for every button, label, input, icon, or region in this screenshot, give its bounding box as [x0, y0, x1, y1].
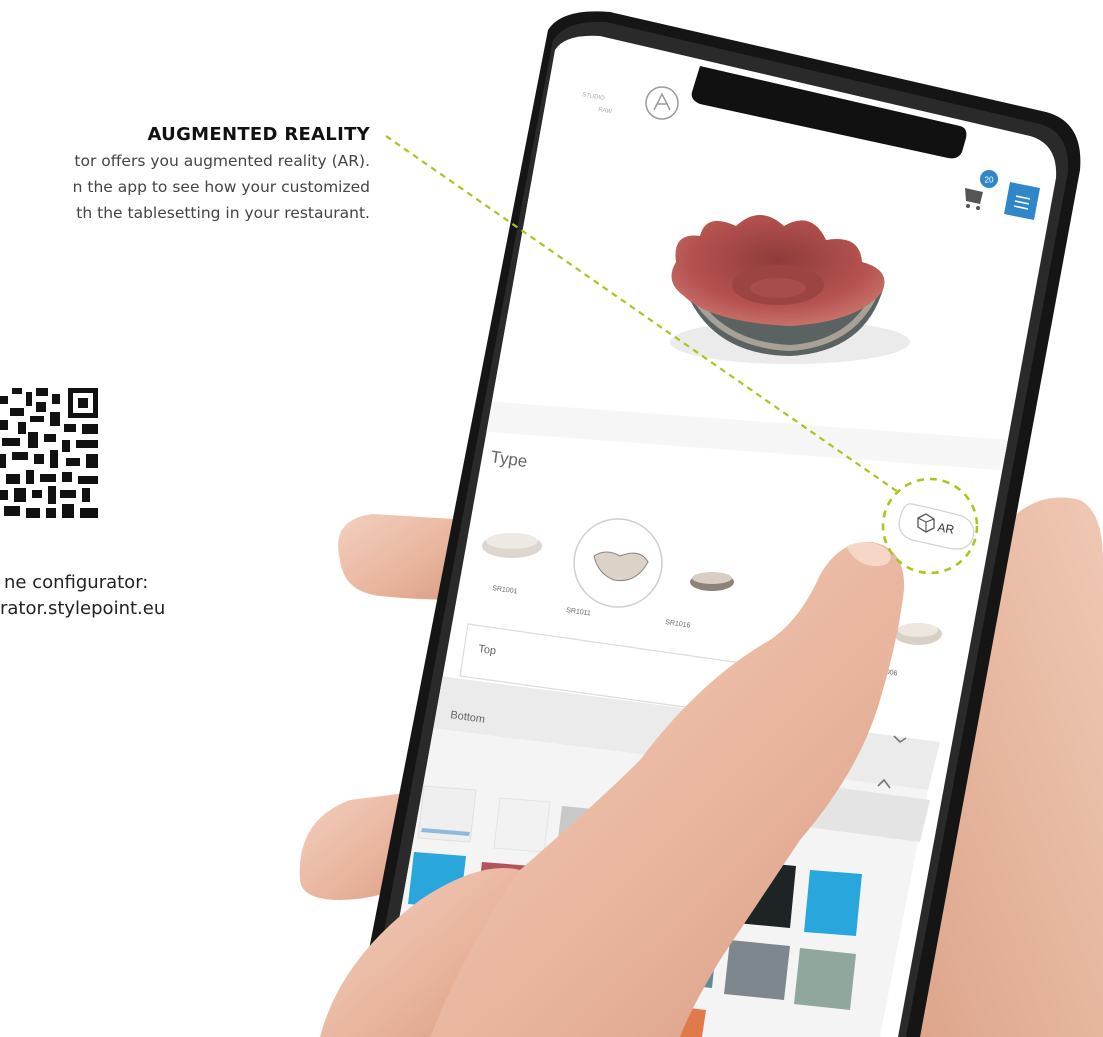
phone-scene: STUDIO RAW 20 Type SR1001 SR1011 SR1016 … — [299, 11, 1103, 1037]
swatch-slate[interactable] — [724, 940, 790, 1000]
ar-button-label: AR — [936, 520, 955, 537]
section-top-label: Top — [478, 643, 497, 657]
swatch-cyan[interactable] — [804, 870, 862, 936]
hamburger-icon[interactable] — [1004, 182, 1040, 220]
swatch-offwhite[interactable] — [493, 797, 551, 853]
cart-count: 20 — [985, 176, 994, 185]
swatch-sage[interactable] — [794, 948, 856, 1010]
